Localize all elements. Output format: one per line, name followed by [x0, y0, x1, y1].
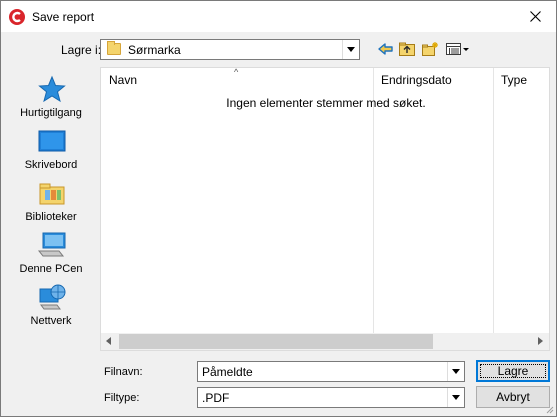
- window-title: Save report: [32, 10, 95, 24]
- place-label: Skrivebord: [24, 159, 78, 171]
- back-icon[interactable]: [377, 41, 395, 57]
- close-icon: [529, 10, 541, 22]
- place-desktop[interactable]: Skrivebord: [9, 123, 93, 175]
- place-label: Hurtigtilgang: [20, 107, 82, 119]
- place-libraries[interactable]: Biblioteker: [9, 175, 93, 227]
- scroll-right-icon[interactable]: [532, 333, 549, 350]
- place-label: Nettverk: [30, 315, 72, 327]
- file-list[interactable]: ^ Navn Endringsdato Type Ingen elementer…: [100, 67, 550, 351]
- filetype-value: .PDF: [202, 391, 230, 405]
- folder-icon: [107, 41, 121, 55]
- resize-grip-icon[interactable]: [544, 404, 554, 414]
- cancel-button[interactable]: Avbryt: [476, 386, 550, 408]
- lookin-combobox[interactable]: Sørmarka: [100, 39, 360, 60]
- column-header-type[interactable]: Type: [493, 68, 549, 92]
- place-network[interactable]: Nettverk: [9, 279, 93, 331]
- scrollbar-thumb[interactable]: [119, 334, 433, 349]
- filetype-select[interactable]: .PDF: [197, 387, 465, 408]
- chevron-down-icon[interactable]: [447, 362, 464, 381]
- filename-input[interactable]: Påmeldte: [202, 365, 253, 379]
- chevron-down-icon[interactable]: [342, 40, 359, 59]
- column-header-name[interactable]: Navn: [101, 68, 373, 92]
- filename-combobox[interactable]: Påmeldte: [197, 361, 465, 382]
- desktop-icon: [38, 130, 66, 152]
- app-icon: [9, 9, 25, 25]
- lookin-label: Lagre i:: [61, 43, 102, 57]
- star-icon: [38, 75, 66, 103]
- scroll-left-icon[interactable]: [101, 333, 118, 350]
- view-menu-icon[interactable]: [445, 41, 471, 57]
- save-dialog: Save report Lagre i: Sørmarka Hurtigtilg…: [0, 0, 557, 417]
- filetype-label: Filtype:: [104, 392, 140, 404]
- filename-label: Filnavn:: [104, 366, 143, 378]
- focus-rectangle: [480, 364, 546, 378]
- computer-icon: [37, 232, 66, 257]
- chevron-down-icon[interactable]: [447, 388, 464, 407]
- network-icon: [39, 284, 66, 310]
- horizontal-scrollbar[interactable]: [101, 333, 549, 350]
- place-label: Denne PCen: [19, 263, 83, 275]
- empty-message: Ingen elementer stemmer med søket.: [226, 96, 426, 110]
- up-folder-icon[interactable]: [398, 41, 416, 57]
- lookin-value: Sørmarka: [128, 43, 181, 57]
- new-folder-icon[interactable]: [421, 41, 439, 57]
- column-header-date[interactable]: Endringsdato: [373, 68, 493, 92]
- places-bar: Hurtigtilgang Skrivebord Biblioteker Den…: [9, 67, 93, 353]
- libraries-icon: [39, 183, 65, 205]
- place-quick-access[interactable]: Hurtigtilgang: [9, 71, 93, 123]
- place-label: Biblioteker: [25, 211, 77, 223]
- close-button[interactable]: [520, 4, 550, 28]
- title-bar: Save report: [1, 1, 556, 32]
- place-this-pc[interactable]: Denne PCen: [9, 227, 93, 279]
- save-button[interactable]: Lagre: [476, 360, 550, 382]
